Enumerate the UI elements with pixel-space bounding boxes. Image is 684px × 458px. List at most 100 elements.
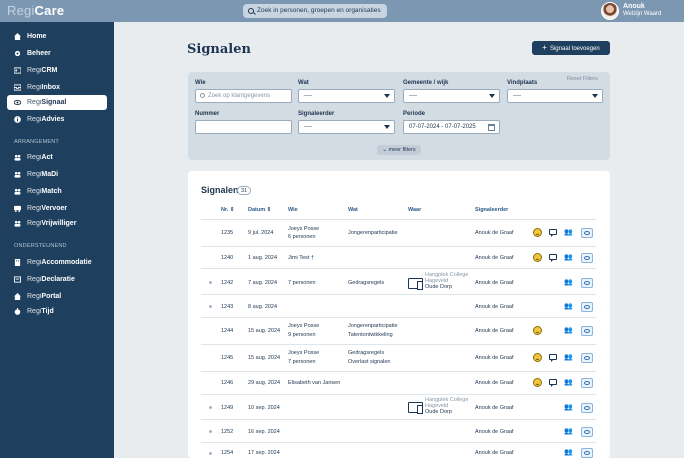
row-nr[interactable]: 1235	[221, 229, 233, 237]
view-button[interactable]	[581, 326, 593, 336]
column-header-datum[interactable]: Datum ⇕	[248, 207, 271, 213]
row-nr[interactable]: 1240	[221, 254, 233, 262]
sidebar-item-signaal[interactable]: RegiSignaal	[7, 95, 107, 110]
smiley-icon[interactable]	[533, 378, 542, 387]
sidebar-item-madi[interactable]: RegiMaDi	[7, 167, 107, 182]
row-signaleerder: Anouk de Graaf	[475, 380, 514, 386]
column-header-nr[interactable]: Nr. ⇕	[221, 207, 234, 213]
signalen-table-panel	[188, 171, 610, 458]
unread-dot	[209, 430, 212, 433]
row-wie: 7 personen	[288, 280, 316, 286]
row-wie: Joeys Posse	[288, 226, 320, 232]
reset-filters-link[interactable]: Reset Filters	[567, 76, 598, 82]
user-name[interactable]: Anouk	[623, 3, 645, 10]
group-icon[interactable]: 👥	[564, 354, 573, 362]
comment-icon[interactable]	[549, 254, 557, 262]
top-bar: RegiCare Zoek in personen, groepen en or…	[0, 0, 684, 22]
meer-filters-button[interactable]: ⌄ meer filters	[377, 145, 421, 155]
gemeente-select[interactable]: ----	[403, 89, 500, 103]
sidebar-item-home[interactable]: Home	[7, 29, 107, 44]
stopwatch-icon	[14, 308, 21, 315]
row-nr[interactable]: 1252	[221, 428, 233, 436]
sidebar-item-inbox[interactable]: RegiInbox	[7, 80, 107, 95]
comment-icon[interactable]	[549, 229, 557, 237]
chevron-down-icon	[489, 94, 495, 98]
row-wie: Elisabeth van Jansen	[288, 380, 341, 386]
smiley-icon[interactable]	[533, 228, 542, 237]
row-signaleerder: Anouk de Graaf	[475, 450, 514, 456]
group-icon[interactable]: 👥	[564, 279, 573, 287]
sidebar-item-declaratie[interactable]: RegiDeclaratie	[7, 272, 107, 287]
row-nr[interactable]: 1244	[221, 327, 233, 335]
wie-input[interactable]: Zoek op klantgegevens	[195, 89, 292, 103]
view-button[interactable]	[581, 448, 593, 458]
group-icon[interactable]: 👥	[564, 254, 573, 262]
view-button[interactable]	[581, 353, 593, 363]
bus-icon	[14, 205, 21, 212]
sidebar-item-vrijwilliger[interactable]: RegiVrijwilliger	[7, 216, 107, 231]
people-icon	[14, 171, 21, 178]
unread-dot	[209, 406, 212, 409]
sidebar-item-tijd[interactable]: RegiTijd	[7, 304, 107, 319]
row-signaleerder: Anouk de Graaf	[475, 328, 514, 334]
row-datum: 10 sep. 2024	[248, 405, 280, 411]
signaleerder-select[interactable]: ----	[298, 120, 395, 134]
avatar[interactable]	[601, 2, 619, 20]
row-nr[interactable]: 1249	[221, 404, 233, 412]
smiley-icon[interactable]	[533, 353, 542, 362]
group-icon[interactable]: 👥	[564, 449, 573, 457]
view-button[interactable]	[581, 378, 593, 388]
eye-icon	[584, 256, 590, 260]
group-icon[interactable]: 👥	[564, 327, 573, 335]
sidebar-item-vervoer[interactable]: RegiVervoer	[7, 201, 107, 216]
row-datum: 7 aug. 2024	[248, 280, 278, 286]
wat-select[interactable]: ----	[298, 89, 395, 103]
building-icon	[14, 259, 21, 266]
row-divider	[201, 294, 596, 295]
view-button[interactable]	[581, 302, 593, 312]
sidebar-item-act[interactable]: RegiAct	[7, 150, 107, 165]
signaleerder-label: Signaleerder	[298, 111, 335, 117]
view-button[interactable]	[581, 253, 593, 263]
sidebar-item-beheer[interactable]: Beheer	[7, 46, 107, 61]
view-button[interactable]	[581, 427, 593, 437]
id-card-icon	[14, 67, 21, 74]
sidebar-item-advies[interactable]: RegiAdvies	[7, 112, 107, 127]
row-nr[interactable]: 1254	[221, 449, 233, 457]
group-icon[interactable]: 👥	[564, 229, 573, 237]
row-nr[interactable]: 1243	[221, 303, 233, 311]
sidebar-item-crm[interactable]: RegiCRM	[7, 63, 107, 78]
row-wie-count: 6 personen	[288, 234, 316, 240]
calendar-icon	[488, 124, 495, 131]
view-button[interactable]	[581, 228, 593, 238]
comment-icon[interactable]	[549, 379, 557, 387]
sidebar-item-portal[interactable]: RegiPortal	[7, 289, 107, 304]
smiley-icon[interactable]	[533, 253, 542, 262]
row-nr[interactable]: 1246	[221, 379, 233, 387]
search-input[interactable]: Zoek in personen, groepen en organisatie…	[243, 4, 387, 18]
group-icon[interactable]: 👥	[564, 428, 573, 436]
row-divider	[201, 344, 596, 345]
group-icon[interactable]: 👥	[564, 379, 573, 387]
row-wat: Jongerenparticipatie	[348, 323, 398, 329]
periode-input[interactable]: 07-07-2024 - 07-07-2025	[403, 120, 500, 134]
logo[interactable]: RegiCare	[7, 3, 64, 18]
row-wie: Joeys Posse	[288, 323, 320, 329]
add-signaal-button[interactable]: + Signaal toevoegen	[532, 41, 610, 55]
chevron-down-icon	[384, 94, 390, 98]
section-ondersteunend: ONDERSTEUNEND	[14, 243, 67, 249]
view-button[interactable]	[581, 403, 593, 413]
comment-icon[interactable]	[549, 354, 557, 362]
group-icon[interactable]: 👥	[564, 303, 573, 311]
row-nr[interactable]: 1242	[221, 279, 233, 287]
smiley-icon[interactable]	[533, 326, 542, 335]
sidebar-item-accommodatie[interactable]: RegiAccommodatie	[7, 255, 107, 270]
sidebar-item-match[interactable]: RegiMatch	[7, 184, 107, 199]
nummer-input[interactable]	[195, 120, 292, 134]
vindplaats-select[interactable]: ----	[507, 89, 603, 103]
row-datum: 15 aug. 2024	[248, 328, 281, 334]
chevron-down-icon	[592, 94, 598, 98]
row-nr[interactable]: 1245	[221, 354, 233, 362]
group-icon[interactable]: 👥	[564, 404, 573, 412]
view-button[interactable]	[581, 278, 593, 288]
